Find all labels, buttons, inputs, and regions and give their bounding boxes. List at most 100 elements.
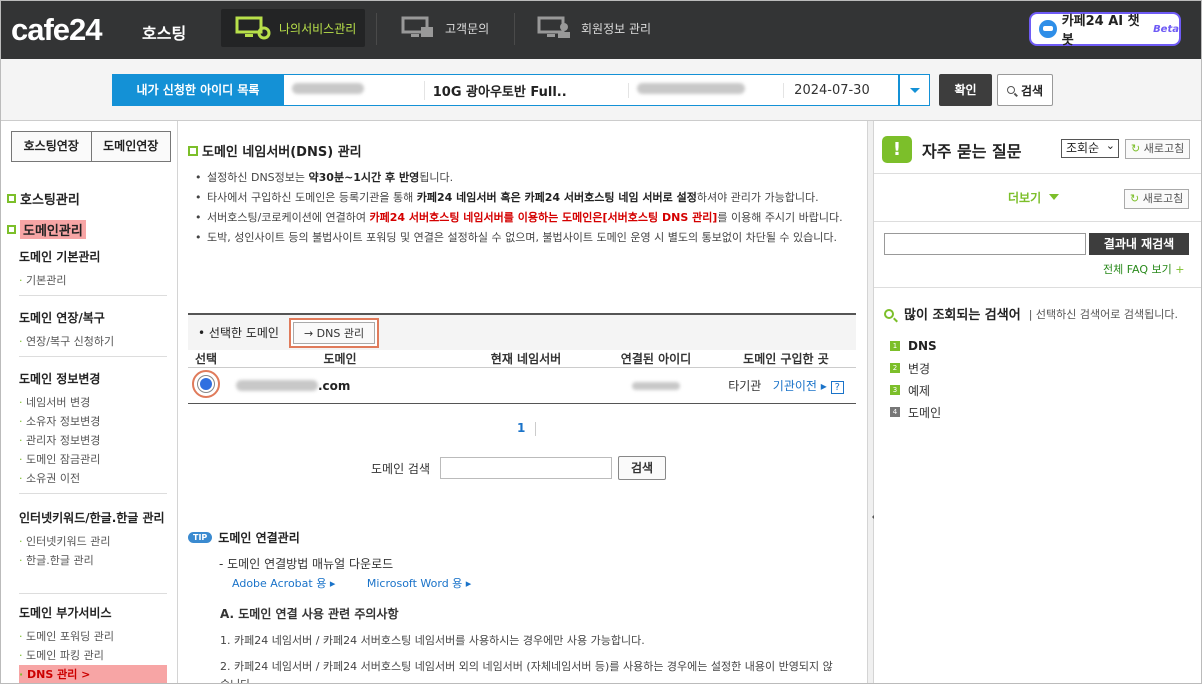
manual-links: Adobe Acrobat 용 ▸ Microsoft Word 용 ▸ (232, 575, 499, 591)
col-linked-id: 연결된 아이디 (620, 352, 692, 366)
group-title: 도메인 연장/복구 (19, 311, 105, 325)
list-item[interactable]: 3 예제 (890, 379, 941, 401)
sidebar-item-forwarding[interactable]: 도메인 포워딩 관리 (19, 627, 167, 646)
group-title: 인터넷키워드/한글.한글 관리 (19, 511, 165, 525)
help-icon[interactable]: ? (830, 381, 844, 394)
exclamation-icon: ! (882, 136, 912, 163)
manual-download-text: - 도메인 연결방법 매뉴얼 다운로드 (219, 557, 394, 571)
page-title: 도메인 네임서버(DNS) 관리 (188, 141, 362, 160)
group-domain-info: 도메인 정보변경 네임서버 변경 소유자 정보변경 관리자 정보변경 도메인 잠… (19, 371, 167, 494)
research-button[interactable]: 결과내 재검색 (1089, 233, 1189, 255)
list-item: 서버호스팅/코로케이션에 연결하여 카페24 서버호스팅 네임서버를 이용하는 … (195, 209, 855, 227)
page-title-text: 도메인 네임서버(DNS) 관리 (202, 145, 362, 160)
browser-frame: cafe24 호스팅 나의서비스관리 고객문의 회원정보 관리 카페24 AI … (0, 0, 1202, 684)
id-dropdown-button[interactable] (899, 74, 930, 106)
col-domain: 도메인 (323, 352, 357, 366)
group-domain-renewal: 도메인 연장/복구 연장/복구 신청하기 (19, 310, 167, 357)
tip-title-text: 도메인 연결관리 (218, 531, 300, 545)
domain-management-menu[interactable]: 도메인관리 (7, 220, 86, 239)
sidebar-item-nameserver-change[interactable]: 네임서버 변경 (19, 393, 167, 412)
selected-domain-label: • 선택한 도메인 (198, 326, 279, 340)
sidebar-item-ownership-transfer[interactable]: 소유권 이전 (19, 469, 167, 488)
nav-my-service-label: 나의서비스관리 (279, 21, 357, 36)
hosting-management-menu[interactable]: 호스팅관리 (7, 189, 80, 208)
transfer-link[interactable]: 기관이전 ▸ (773, 379, 827, 393)
word-link[interactable]: Microsoft Word 용 ▸ (367, 577, 471, 590)
list-item: 타사에서 구입하신 도메인은 등록기관을 통해 카페24 네임서버 혹은 카페2… (195, 189, 855, 207)
nav-customer-inquiry-label: 고객문의 (445, 21, 490, 36)
notice-2: 2. 카페24 네임서버 / 카페24 서버호스팅 네임서버 외의 네임서버 (… (220, 660, 833, 683)
nav-divider (376, 13, 377, 45)
popular-keywords-title: 많이 조회되는 검색어 | 선택하신 검색어로 검색됩니다. (884, 304, 1178, 323)
popular-subtitle: | 선택하신 검색어로 검색됩니다. (1028, 307, 1178, 321)
nav-member-info-label: 회원정보 관리 (581, 21, 652, 36)
more-button[interactable]: 더보기 (1008, 189, 1059, 206)
divider (874, 173, 1201, 174)
domain-renewal-tab[interactable]: 도메인연장 (91, 131, 171, 162)
main-content: 도메인 네임서버(DNS) 관리 설정하신 DNS정보는 약30분~1시간 후 … (179, 121, 867, 683)
domain-search-button[interactable]: 검색 (618, 456, 667, 480)
nav-my-service[interactable]: 나의서비스관리 (221, 9, 365, 47)
acrobat-link[interactable]: Adobe Acrobat 용 ▸ (232, 577, 335, 590)
sidebar-item-basic-management[interactable]: 기본관리 (19, 271, 167, 290)
domain-search-input[interactable] (440, 457, 613, 479)
notice-1: 1. 카페24 네임서버 / 카페24 서버호스팅 네임서버를 사용하시는 경우… (220, 634, 645, 647)
divider (19, 493, 167, 494)
row-linked-id (596, 379, 716, 393)
rank-badge: 1 (890, 341, 900, 351)
sort-select[interactable]: 조회순 (1061, 137, 1119, 158)
domain-search: 도메인 검색 검색 (371, 456, 667, 480)
faq-title: ! 자주 묻는 질문 (882, 136, 1021, 163)
search-button[interactable]: 검색 (997, 74, 1053, 106)
col-select: 선택 (194, 352, 218, 366)
domain-table: • 선택한 도메인 → DNS 관리 선택 도메인 현재 네임서버 연결된 아이… (188, 313, 856, 404)
id-value (284, 82, 424, 98)
sidebar-item-korean-domain[interactable]: 한글.한글 관리 (19, 551, 167, 570)
nav-member-info[interactable]: 회원정보 관리 (523, 9, 673, 47)
rank-badge: 3 (890, 385, 900, 395)
cafe24-logo[interactable]: cafe24 (11, 12, 103, 48)
nav-customer-inquiry[interactable]: 고객문의 (387, 9, 511, 47)
list-item[interactable]: 4 도메인 (890, 401, 941, 423)
panel-collapse-handle[interactable] (867, 121, 876, 683)
keyword-text: 변경 (908, 361, 931, 376)
sidebar-item-parking[interactable]: 도메인 파킹 관리 (19, 646, 167, 665)
hosting-renewal-tab[interactable]: 호스팅연장 (11, 131, 92, 162)
id-select-box[interactable]: 10G 광아우토반 Full.. 2024-07-30 (284, 74, 899, 106)
sidebar-item-domain-lock[interactable]: 도메인 잠금관리 (19, 450, 167, 469)
monitor-gear-icon (235, 16, 271, 40)
id-list-label: 내가 신청한 아이디 목록 (112, 74, 284, 106)
sidebar-item-keyword-management[interactable]: 인터넷키워드 관리 (19, 532, 167, 551)
sidebar-item-admin-change[interactable]: 관리자 정보변경 (19, 431, 167, 450)
dns-management-button[interactable]: → DNS 관리 (288, 317, 380, 348)
row-domain: .com (224, 379, 456, 393)
divider (874, 287, 1201, 288)
pagination-page-1[interactable]: 1 (517, 421, 536, 436)
refresh-button-2[interactable]: 새로고침 (1124, 189, 1190, 209)
search-button-label: 검색 (1020, 83, 1044, 98)
keyword-text: 도메인 (908, 405, 942, 420)
chatbot-label: 카페24 AI 챗봇 (1061, 14, 1140, 48)
table-header: 선택 도메인 현재 네임서버 연결된 아이디 도메인 구입한 곳 (188, 350, 856, 368)
faq-search-input[interactable] (884, 233, 1086, 255)
faq-panel: ! 자주 묻는 질문 조회순 새로고침 더보기 새로고침 결과내 재검색 전체 F… (874, 121, 1201, 683)
list-item[interactable]: 2 변경 (890, 357, 941, 379)
sidebar-item-owner-change[interactable]: 소유자 정보변경 (19, 412, 167, 431)
group-addon: 도메인 부가서비스 도메인 포워딩 관리 도메인 파킹 관리 DNS 관리 > (19, 605, 167, 683)
list-item[interactable]: 1 DNS (890, 335, 941, 357)
monitor-user-icon (537, 16, 570, 38)
left-sidebar: 호스팅연장 도메인연장 호스팅관리 도메인관리 도메인 기본관리 기본관리 도메… (1, 121, 178, 683)
popular-title-text: 많이 조회되는 검색어 (904, 308, 1021, 323)
refresh-button[interactable]: 새로고침 (1125, 139, 1191, 159)
tip-badge: TIP (188, 532, 213, 543)
square-icon (188, 145, 198, 156)
notice-list: 설정하신 DNS정보는 약30분~1시간 후 반영됩니다. 타사에서 구입하신 … (195, 169, 855, 249)
expiry-date: 2024-07-30 (783, 82, 898, 98)
sidebar-item-renewal-request[interactable]: 연장/복구 신청하기 (19, 332, 167, 351)
confirm-button[interactable]: 확인 (939, 74, 992, 106)
sidebar-item-dns-management[interactable]: DNS 관리 > (19, 665, 167, 683)
ai-chatbot-button[interactable]: 카페24 AI 챗봇 Beta (1029, 12, 1181, 48)
top-navigation-bar: cafe24 호스팅 나의서비스관리 고객문의 회원정보 관리 카페24 AI … (1, 1, 1201, 59)
domain-radio[interactable] (192, 370, 220, 398)
all-faq-link[interactable]: 전체 FAQ 보기 (1103, 261, 1185, 277)
